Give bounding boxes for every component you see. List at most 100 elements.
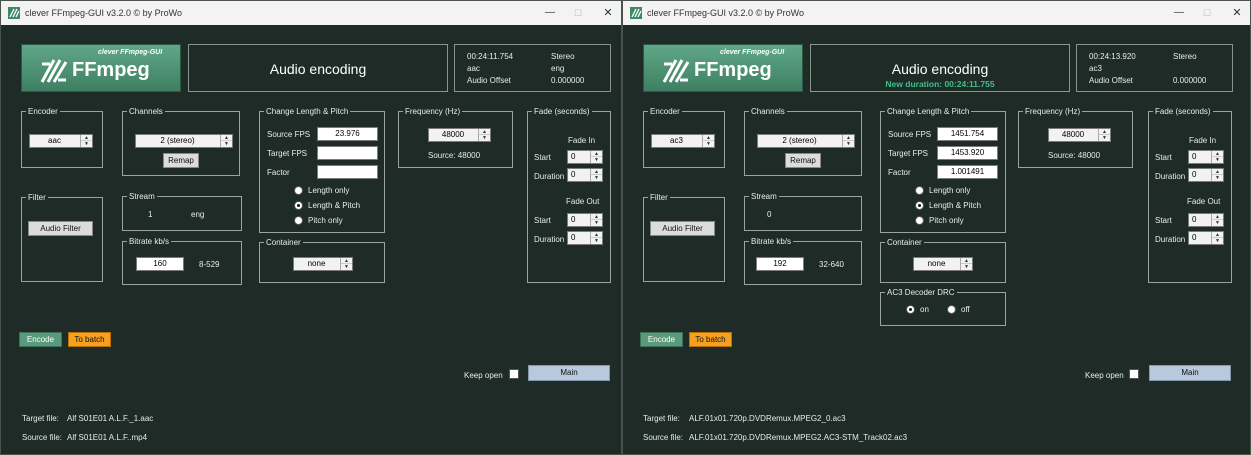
target-file-label: Target file:: [643, 414, 680, 423]
maximize-icon[interactable]: ☐: [571, 6, 585, 20]
fade-in-duration-select[interactable]: 0 ▲ ▼: [1188, 168, 1224, 182]
container-select[interactable]: none ▲ ▼: [913, 257, 973, 271]
spin-arrows-icon[interactable]: ▲ ▼: [842, 135, 854, 147]
filter-group: Filter: [21, 193, 103, 282]
factor-label: Factor: [267, 168, 290, 177]
fade-in-start-value: 0: [571, 152, 576, 161]
spin-arrows-icon[interactable]: ▲ ▼: [1211, 232, 1223, 244]
drc-off-radio[interactable]: [947, 305, 956, 314]
spin-arrows-icon[interactable]: ▲ ▼: [590, 232, 602, 244]
fade-out-duration-value: 0: [1192, 233, 1197, 242]
frequency-label: Frequency (Hz): [1025, 107, 1081, 116]
container-select[interactable]: none ▲ ▼: [293, 257, 353, 271]
audio-filter-button[interactable]: Audio Filter: [28, 221, 93, 236]
fade-out-start-label: Start: [1155, 216, 1172, 225]
channels-select[interactable]: 2 (stereo) ▲ ▼: [135, 134, 233, 148]
spin-arrows-icon[interactable]: ▲ ▼: [340, 258, 352, 270]
to-batch-button[interactable]: To batch: [68, 332, 111, 347]
title-bar[interactable]: clever FFmpeg-GUI v3.2.0 © by ProWo — ☐ …: [1, 1, 621, 25]
app-logo-icon: [8, 7, 20, 19]
fade-in-start-select[interactable]: 0 ▲ ▼: [1188, 150, 1224, 164]
factor-input[interactable]: [317, 165, 378, 179]
encode-button[interactable]: Encode: [640, 332, 683, 347]
spin-arrows-icon[interactable]: ▲ ▼: [702, 135, 714, 147]
target-fps-input[interactable]: 1453.920: [937, 146, 998, 160]
keep-open-checkbox[interactable]: [509, 369, 519, 379]
fade-in-label: Fade In: [568, 136, 596, 145]
stream-index: 1: [148, 210, 153, 219]
minimize-icon[interactable]: —: [1172, 6, 1186, 20]
main-button[interactable]: Main: [528, 365, 610, 381]
spin-arrows-icon[interactable]: ▲ ▼: [1211, 151, 1223, 163]
target-fps-input[interactable]: [317, 146, 378, 160]
frequency-select[interactable]: 48000 ▲ ▼: [428, 128, 491, 142]
length-only-radio[interactable]: [915, 186, 924, 195]
fade-in-duration-select[interactable]: 0 ▲ ▼: [567, 168, 603, 182]
pitch-only-radio[interactable]: [294, 216, 303, 225]
bitrate-input[interactable]: 192: [756, 257, 804, 271]
remap-button[interactable]: Remap: [785, 153, 821, 168]
change-length-label: Change Length & Pitch: [887, 107, 970, 116]
audio-filter-button[interactable]: Audio Filter: [650, 221, 715, 236]
length-only-radio[interactable]: [294, 186, 303, 195]
new-duration: New duration: 00:24:11.755: [885, 79, 995, 89]
fade-out-duration-select[interactable]: 0 ▲ ▼: [1188, 231, 1224, 245]
fade-out-label: Fade Out: [1187, 197, 1221, 206]
keep-open-checkbox[interactable]: [1129, 369, 1139, 379]
spin-arrows-icon[interactable]: ▲ ▼: [478, 129, 490, 141]
source-file-value: Alf S01E01 A.L.F..mp4: [67, 433, 148, 442]
spin-arrows-icon[interactable]: ▲ ▼: [590, 214, 602, 226]
spin-arrows-icon[interactable]: ▲ ▼: [960, 258, 972, 270]
close-icon[interactable]: ✕: [1230, 6, 1244, 20]
spin-arrows-icon[interactable]: ▲ ▼: [1211, 169, 1223, 181]
filter-label: Filter: [650, 193, 668, 202]
title-bar[interactable]: clever FFmpeg-GUI v3.2.0 © by ProWo — ☐ …: [623, 1, 1250, 25]
target-file-value: ALF.01x01.720p.DVDRemux.MPEG2_0.ac3: [689, 414, 846, 423]
ffmpeg-logo: clever FFmpeg-GUI FFmpeg: [21, 44, 181, 92]
spin-arrows-icon[interactable]: ▲ ▼: [590, 151, 602, 163]
pitch-only-label: Pitch only: [929, 216, 964, 225]
spin-arrows-icon[interactable]: ▲ ▼: [1098, 129, 1110, 141]
minimize-icon[interactable]: —: [543, 6, 557, 20]
close-icon[interactable]: ✕: [601, 6, 615, 20]
fade-in-label: Fade In: [1189, 136, 1217, 145]
frequency-select[interactable]: 48000 ▲ ▼: [1048, 128, 1111, 142]
keep-open-label: Keep open: [1085, 371, 1124, 380]
source-fps-input[interactable]: 1451.754: [937, 127, 998, 141]
header-panel: Audio encoding New duration: 00:24:11.75…: [810, 44, 1070, 92]
container-label: Container: [887, 238, 922, 247]
spin-arrows-icon[interactable]: ▲ ▼: [80, 135, 92, 147]
source-file-value: ALF.01x01.720p.DVDRemux.MPEG2.AC3-STM_Tr…: [689, 433, 908, 442]
info-duration: 00:24:13.920: [1089, 52, 1136, 61]
spin-arrows-icon[interactable]: ▲ ▼: [220, 135, 232, 147]
source-fps-input[interactable]: 23.976: [317, 127, 378, 141]
encoder-select[interactable]: ac3 ▲ ▼: [651, 134, 715, 148]
info-offset-value: 0.000000: [551, 76, 585, 85]
fade-out-start-select[interactable]: 0 ▲ ▼: [567, 213, 603, 227]
app-logo-icon: [630, 7, 642, 19]
stream-label: Stream: [129, 192, 155, 201]
main-button[interactable]: Main: [1149, 365, 1231, 381]
fade-out-start-select[interactable]: 0 ▲ ▼: [1188, 213, 1224, 227]
to-batch-button[interactable]: To batch: [689, 332, 732, 347]
logo-caption: clever FFmpeg-GUI: [720, 49, 785, 56]
drc-on-radio[interactable]: [906, 305, 915, 314]
length-pitch-radio[interactable]: [915, 201, 924, 210]
pitch-only-radio[interactable]: [915, 216, 924, 225]
remap-button[interactable]: Remap: [163, 153, 199, 168]
encoder-value: ac3: [670, 136, 683, 145]
spin-arrows-icon[interactable]: ▲ ▼: [1211, 214, 1223, 226]
encoder-select[interactable]: aac ▲ ▼: [29, 134, 93, 148]
frequency-value: 48000: [1061, 130, 1085, 139]
length-pitch-radio[interactable]: [294, 201, 303, 210]
encoder-value: aac: [48, 136, 61, 145]
factor-input[interactable]: 1.001491: [937, 165, 998, 179]
fade-out-duration-select[interactable]: 0 ▲ ▼: [567, 231, 603, 245]
target-fps-label: Target FPS: [267, 149, 308, 158]
fade-in-start-select[interactable]: 0 ▲ ▼: [567, 150, 603, 164]
encode-button[interactable]: Encode: [19, 332, 62, 347]
channels-select[interactable]: 2 (stereo) ▲ ▼: [757, 134, 855, 148]
maximize-icon[interactable]: ☐: [1200, 6, 1214, 20]
bitrate-input[interactable]: 160: [136, 257, 184, 271]
spin-arrows-icon[interactable]: ▲ ▼: [590, 169, 602, 181]
